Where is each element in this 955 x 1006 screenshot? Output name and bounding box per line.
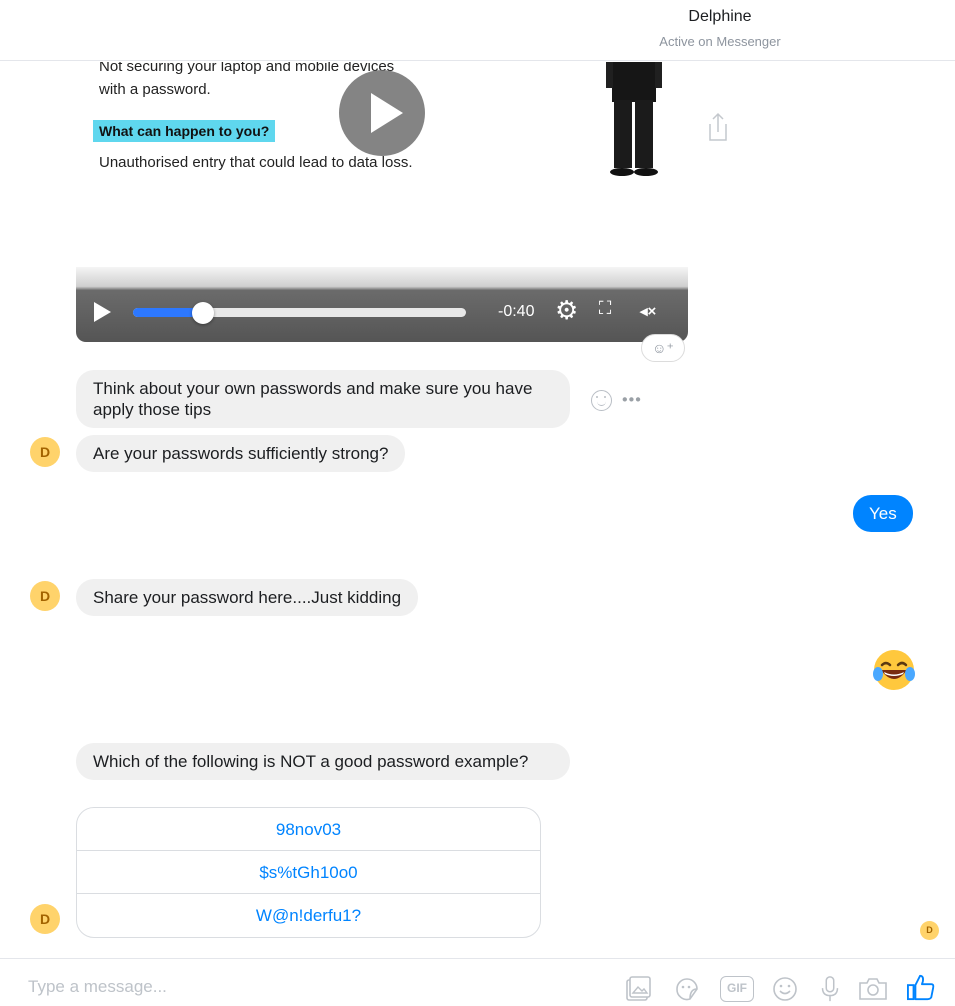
contact-name[interactable]: Delphine xyxy=(0,8,955,26)
slide-text-line: Not securing your laptop and mobile devi… xyxy=(99,62,395,75)
add-reaction-icon[interactable]: ☺⁺ xyxy=(641,334,685,362)
laughing-emoji xyxy=(873,650,915,690)
slide-text-line: Unauthorised entry that could lead to da… xyxy=(99,154,413,171)
sent-message: Yes xyxy=(853,495,913,532)
share-icon[interactable] xyxy=(706,112,730,142)
slide-highlight: What can happen to you? xyxy=(93,120,276,142)
gear-icon[interactable]: ⚙ xyxy=(555,297,578,323)
more-icon[interactable]: ••• xyxy=(622,392,642,409)
avatar[interactable]: D xyxy=(30,904,60,934)
received-message: Which of the following is NOT a good pas… xyxy=(76,743,570,780)
quick-reply-button[interactable]: 98nov03 xyxy=(77,808,540,851)
fullscreen-icon[interactable]: ⛶ xyxy=(594,297,616,319)
time-remaining: -0:40 xyxy=(498,303,535,320)
message-actions: ••• xyxy=(591,390,642,411)
play-overlay-icon[interactable] xyxy=(339,70,425,156)
businessman-figure xyxy=(606,62,662,176)
received-message: Think about your own passwords and make … xyxy=(76,370,570,428)
quick-reply-button[interactable]: $s%tGh10o0 xyxy=(77,851,540,894)
microphone-icon[interactable] xyxy=(818,975,842,1003)
received-message: Are your passwords sufficiently strong? xyxy=(76,435,406,472)
avatar[interactable]: D xyxy=(30,581,60,611)
progress-slider[interactable] xyxy=(133,302,466,324)
sticker-icon[interactable] xyxy=(673,975,701,1003)
message-composer: GIF xyxy=(0,958,955,1006)
gif-icon[interactable]: GIF xyxy=(720,976,754,1002)
slide-text-line: with a password. xyxy=(99,81,211,98)
play-icon[interactable] xyxy=(94,302,111,322)
received-message: Share your password here....Just kidding xyxy=(76,579,419,616)
quick-replies: 98nov03 $s%tGh10o0 W@n!derfu1? xyxy=(76,807,541,938)
video-controls: -0:40 ⚙ ⛶ ◂× xyxy=(76,267,688,342)
message-input[interactable] xyxy=(28,977,568,997)
mute-icon[interactable]: ◂× xyxy=(640,302,656,320)
like-icon[interactable] xyxy=(905,973,937,1001)
quick-reply-button[interactable]: W@n!derfu1? xyxy=(77,894,540,937)
smiley-icon[interactable] xyxy=(591,390,612,411)
avatar[interactable]: D xyxy=(30,437,60,467)
message-list[interactable]: Not securing your laptop and mobile devi… xyxy=(0,62,955,958)
camera-icon[interactable] xyxy=(857,975,889,1003)
conversation-header: Delphine Active on Messenger xyxy=(0,0,955,61)
read-receipt-avatar: D xyxy=(920,921,939,940)
photo-icon[interactable] xyxy=(624,975,652,1003)
video-message[interactable]: Not securing your laptop and mobile devi… xyxy=(76,62,688,342)
emoji-icon[interactable] xyxy=(771,975,799,1003)
contact-status: Active on Messenger xyxy=(659,34,781,49)
progress-knob[interactable] xyxy=(191,302,214,324)
